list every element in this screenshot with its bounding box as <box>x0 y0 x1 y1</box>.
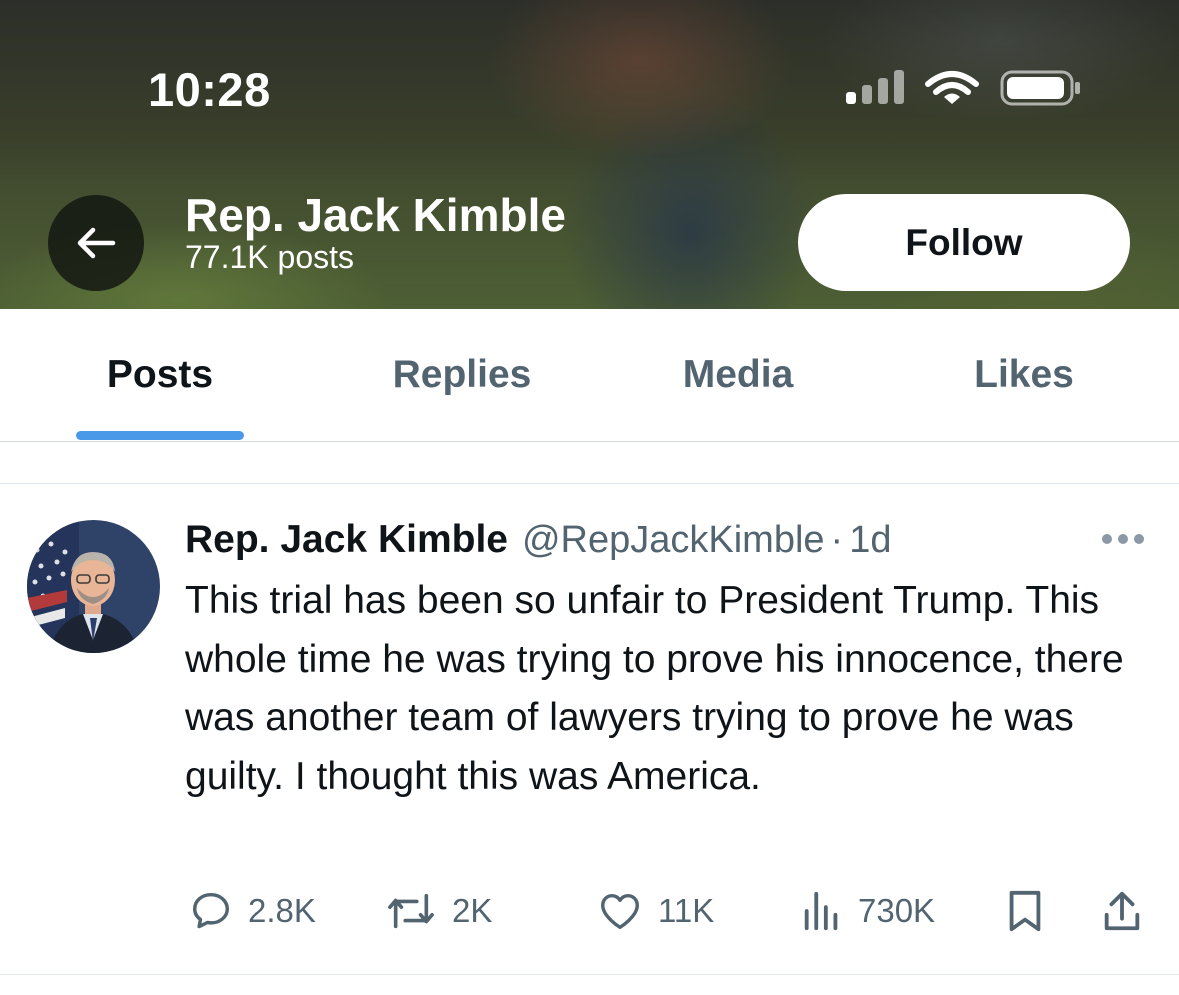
avatar[interactable] <box>27 520 160 653</box>
more-icon <box>1102 534 1112 544</box>
views-button[interactable]: 730K <box>800 886 935 936</box>
more-options-button[interactable] <box>1102 528 1148 550</box>
follow-button[interactable]: Follow <box>798 194 1130 291</box>
like-button[interactable]: 11K <box>596 886 714 936</box>
like-count: 11K <box>658 892 715 929</box>
repost-count: 2K <box>452 892 493 929</box>
tab-posts[interactable]: Posts <box>60 309 260 441</box>
tab-replies[interactable]: Replies <box>362 309 562 441</box>
reply-count: 2.8K <box>248 892 316 929</box>
post-count: 77.1K posts <box>185 239 354 275</box>
status-bar-time: 10:28 <box>148 63 271 116</box>
share-button[interactable] <box>1100 886 1144 936</box>
like-icon <box>601 893 639 930</box>
header-separator: · <box>830 518 844 561</box>
tabs-divider <box>0 441 1179 442</box>
bookmark-button[interactable] <box>1004 886 1046 936</box>
tab-media[interactable]: Media <box>638 309 838 441</box>
reply-icon <box>192 892 230 929</box>
views-icon <box>804 891 838 931</box>
tweet-divider <box>0 974 1179 975</box>
bookmark-icon <box>1009 890 1041 932</box>
views-count: 730K <box>858 892 936 929</box>
feed-divider <box>0 483 1179 484</box>
tab-likes[interactable]: Likes <box>924 309 1124 441</box>
tweet-header: Rep. Jack Kimble @RepJackKimble · 1d <box>185 512 891 568</box>
profile-name: Rep. Jack Kimble <box>185 189 566 241</box>
wifi-icon <box>925 71 979 104</box>
status-bar-icons <box>844 68 1084 113</box>
battery-icon <box>1000 70 1080 106</box>
active-tab-indicator <box>76 431 244 440</box>
author-handle[interactable]: @RepJackKimble <box>522 519 825 562</box>
signal-icon <box>846 70 904 104</box>
back-button[interactable] <box>48 195 144 291</box>
repost-icon <box>388 893 434 929</box>
share-icon <box>1104 891 1140 931</box>
author-name[interactable]: Rep. Jack Kimble <box>185 518 508 562</box>
reply-button[interactable]: 2.8K <box>188 886 316 936</box>
tweet-timestamp[interactable]: 1d <box>849 519 891 562</box>
tweet-text: This trial has been so unfair to Preside… <box>185 579 1124 798</box>
profile-tabs: Posts Replies Media Likes <box>0 309 1179 441</box>
arrow-left-icon <box>77 227 116 259</box>
repost-button[interactable]: 2K <box>384 886 492 936</box>
